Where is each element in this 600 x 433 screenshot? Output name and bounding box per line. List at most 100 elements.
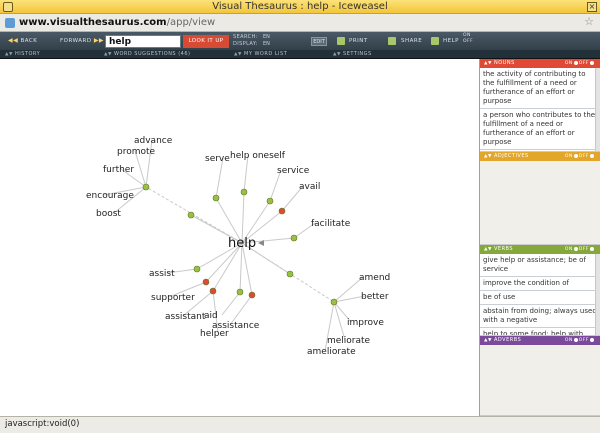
word-label[interactable]: meliorate xyxy=(327,336,371,346)
word-label[interactable]: helper xyxy=(200,329,229,339)
search-lang-value[interactable]: EN xyxy=(263,34,270,40)
forward-arrow-icon: ▶▶ xyxy=(93,37,105,44)
green-node[interactable] xyxy=(290,234,298,242)
look-it-up-button[interactable]: LOOK IT UP xyxy=(183,35,229,48)
scrollbar[interactable] xyxy=(595,254,600,335)
triangle-icon: ▲▼ xyxy=(104,52,112,57)
triangle-icon: ▲▼ xyxy=(5,52,13,57)
status-text: javascript:void(0) xyxy=(5,419,80,429)
search-lang-label: SEARCH: xyxy=(233,34,258,40)
help-button[interactable]: HELP xyxy=(443,35,459,47)
green-node[interactable] xyxy=(240,188,248,196)
site-favicon-icon xyxy=(5,18,15,28)
definition-item[interactable]: improve the condition of xyxy=(480,277,600,291)
red-node[interactable] xyxy=(209,287,217,295)
nouns-definitions: the activity of contributing to the fulf… xyxy=(480,68,600,152)
status-bar: javascript:void(0) xyxy=(0,416,600,433)
search-input[interactable] xyxy=(105,35,181,48)
word-map-edge[interactable] xyxy=(221,291,241,316)
window-title: Visual Thesaurus : help - Iceweasel xyxy=(212,1,388,12)
adverbs-on-off-toggle[interactable]: ON OFF xyxy=(565,336,595,345)
nouns-on-off-toggle[interactable]: ON OFF xyxy=(565,59,595,68)
word-label[interactable]: amend xyxy=(359,273,390,283)
forward-button[interactable]: FORWARD ▶▶ xyxy=(60,35,104,47)
triangle-icon: ▲▼ xyxy=(333,52,341,57)
verbs-on-off-toggle[interactable]: ON OFF xyxy=(565,245,595,254)
help-icon xyxy=(431,37,439,45)
green-node[interactable] xyxy=(212,194,220,202)
definition-item[interactable]: the activity of contributing to the fulf… xyxy=(480,68,600,109)
center-word-label[interactable]: help xyxy=(228,236,256,251)
word-label[interactable]: improve xyxy=(347,318,384,328)
word-label[interactable]: further xyxy=(103,165,134,175)
green-node[interactable] xyxy=(142,183,150,191)
word-label[interactable]: boost xyxy=(96,209,121,219)
close-icon[interactable]: × xyxy=(587,2,597,12)
nouns-header[interactable]: ▲▼ NOUNS ON OFF xyxy=(480,59,600,68)
adverbs-definitions xyxy=(480,345,600,416)
word-label[interactable]: assist xyxy=(149,269,175,279)
url-bar[interactable]: www.visualthesaurus.com/app/view ☆ xyxy=(0,14,600,32)
definition-item[interactable]: a person who contributes to the fulfillm… xyxy=(480,109,600,150)
share-icon xyxy=(388,37,396,45)
word-label[interactable]: facilitate xyxy=(311,219,351,229)
browser-window: Visual Thesaurus : help - Iceweasel × ww… xyxy=(0,0,600,433)
collapse-triangle-icon: ▲▼ xyxy=(484,247,492,252)
tab-bar: ▲▼ HISTORY ▲▼ WORD SUGGESTIONS (46) ▲▼ M… xyxy=(0,50,600,59)
definitions-panel: ▲▼ NOUNS ON OFF the activity of contribut… xyxy=(479,59,600,416)
word-label[interactable]: supporter xyxy=(151,293,195,303)
adjectives-header[interactable]: ▲▼ ADJECTIVES ON OFF xyxy=(480,152,600,161)
adverbs-header[interactable]: ▲▼ ADVERBS ON OFF xyxy=(480,336,600,345)
red-node[interactable] xyxy=(202,278,210,286)
word-label[interactable]: advance xyxy=(134,136,173,146)
tab-my-word-list[interactable]: ▲▼ MY WORD LIST xyxy=(234,50,287,59)
verbs-header[interactable]: ▲▼ VERBS ON OFF xyxy=(480,245,600,254)
display-lang-value[interactable]: EN xyxy=(263,41,270,47)
url-domain: www.visualthesaurus.com xyxy=(19,17,167,28)
definition-item[interactable]: be of use xyxy=(480,291,600,305)
word-label[interactable]: service xyxy=(277,166,310,176)
back-button[interactable]: ◀◀ BACK xyxy=(8,35,37,47)
green-node[interactable] xyxy=(330,298,338,306)
word-label[interactable]: avail xyxy=(299,182,320,192)
adjectives-definitions xyxy=(480,161,600,245)
word-label[interactable]: encourage xyxy=(86,191,134,201)
word-map-canvas[interactable]: advancepromote further encourage boost serve… xyxy=(0,59,479,416)
verbs-definitions: give help or assistance; be of service i… xyxy=(480,254,600,336)
green-node[interactable] xyxy=(266,197,274,205)
scrollbar[interactable] xyxy=(595,68,600,151)
red-node[interactable] xyxy=(278,207,286,215)
collapse-triangle-icon: ▲▼ xyxy=(484,338,492,343)
tab-word-suggestions[interactable]: ▲▼ WORD SUGGESTIONS (46) xyxy=(104,50,190,59)
red-node[interactable] xyxy=(248,291,256,299)
url-path: /app/view xyxy=(166,17,216,28)
word-label[interactable]: ameliorate xyxy=(307,347,356,357)
green-node[interactable] xyxy=(193,265,201,273)
display-lang-label: DISPLAY: xyxy=(233,41,258,47)
print-icon xyxy=(337,37,345,45)
tab-settings[interactable]: ▲▼ SETTINGS xyxy=(333,50,372,59)
definition-item[interactable]: give help or assistance; be of service xyxy=(480,254,600,277)
green-node[interactable] xyxy=(236,288,244,296)
share-button[interactable]: SHARE xyxy=(401,35,422,47)
window-menu-icon[interactable] xyxy=(3,2,13,12)
word-label[interactable]: aid xyxy=(204,311,218,321)
word-label[interactable]: help oneself xyxy=(230,151,286,161)
green-node[interactable] xyxy=(187,211,195,219)
bookmark-star-icon[interactable]: ☆ xyxy=(584,15,594,28)
adjectives-on-off-toggle[interactable]: ON OFF xyxy=(565,152,595,161)
print-button[interactable]: PRINT xyxy=(349,35,368,47)
definition-item[interactable]: help to some food; help with xyxy=(480,328,600,335)
word-label[interactable]: serve xyxy=(205,154,230,164)
green-node[interactable] xyxy=(286,270,294,278)
tab-history[interactable]: ▲▼ HISTORY xyxy=(5,50,40,59)
word-label[interactable]: assistant xyxy=(165,312,206,322)
word-map-edge[interactable] xyxy=(215,157,224,199)
word-label[interactable]: better xyxy=(361,292,389,302)
word-label[interactable]: promote xyxy=(117,147,156,157)
word-map[interactable]: advance promote further encourage boost serve… xyxy=(0,59,479,416)
back-arrow-icon: ◀◀ xyxy=(8,37,19,44)
url-text[interactable]: www.visualthesaurus.com/app/view xyxy=(19,16,215,30)
definition-item[interactable]: abstain from doing; always used with a n… xyxy=(480,305,600,328)
edit-button[interactable]: EDIT xyxy=(311,37,327,46)
